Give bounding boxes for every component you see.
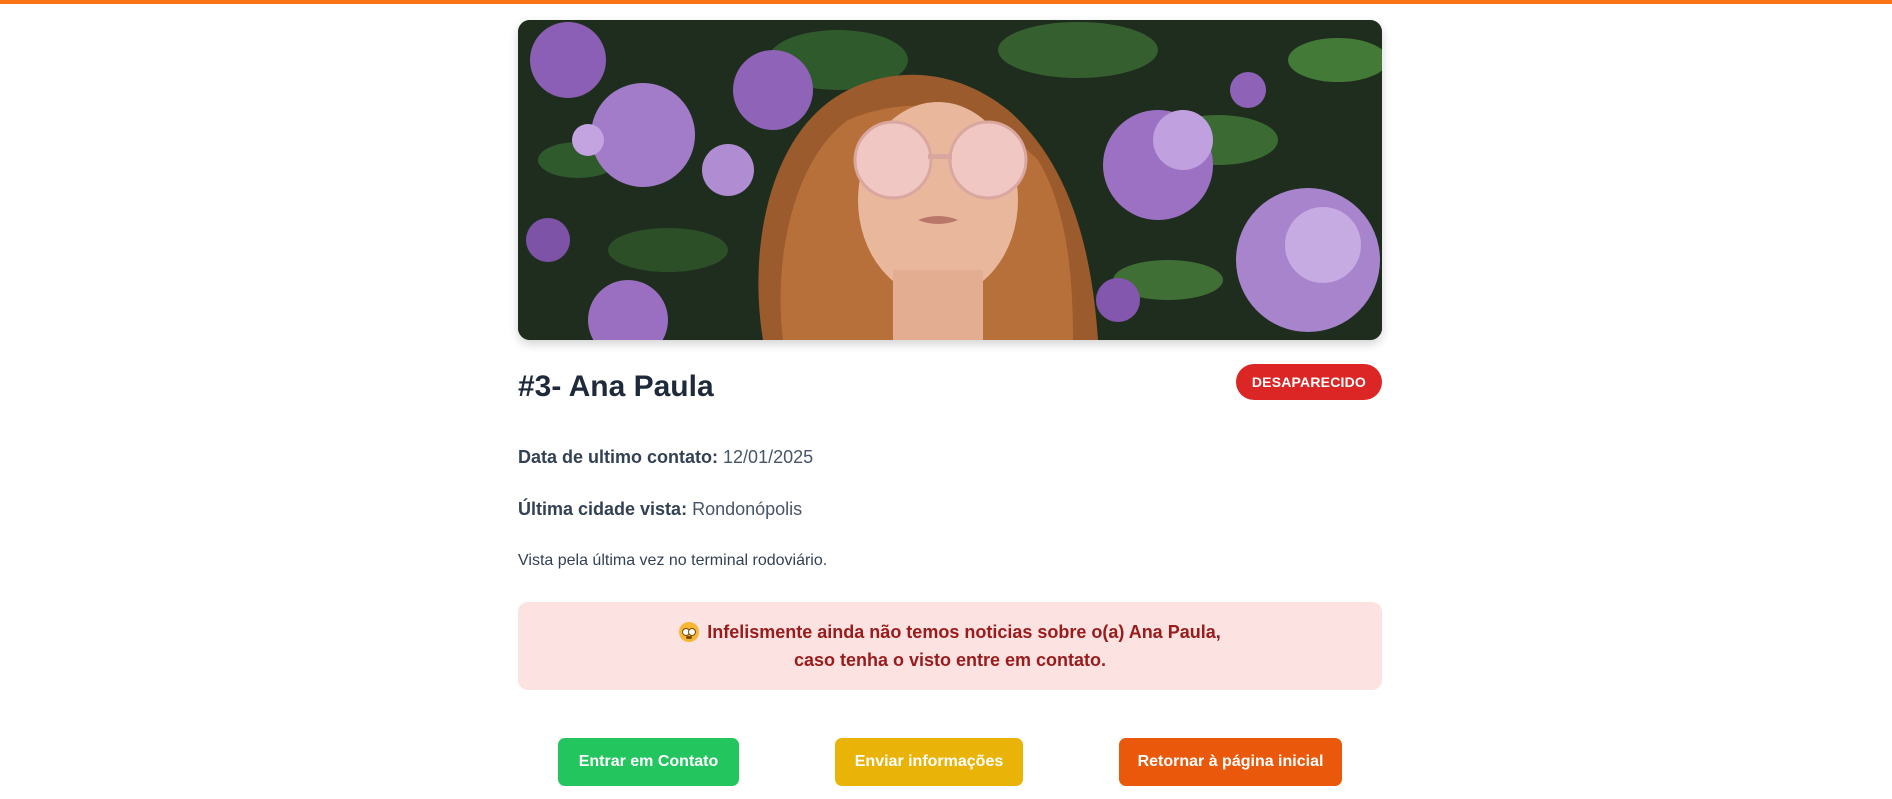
top-accent-bar: [0, 0, 1892, 4]
alert-line-1: Infelismente ainda não temos noticias so…: [679, 618, 1221, 646]
person-description: Vista pela última vez no terminal rodovi…: [518, 552, 828, 569]
no-news-alert: Infelismente ainda não temos noticias so…: [518, 602, 1382, 690]
last-contact-label: Data de ultimo contato:: [518, 447, 719, 467]
last-contact-value: 12/01/2025: [723, 447, 814, 467]
person-card: #3- Ana Paula DESAPARECIDO Data de ultim…: [518, 20, 1382, 786]
contact-button[interactable]: Entrar em Contato: [558, 738, 739, 786]
person-photo-image: [518, 20, 1382, 340]
last-city-value: Rondonópolis: [692, 499, 803, 519]
alert-text-line-1: Infelismente ainda não temos noticias so…: [707, 622, 1221, 642]
alert-text-line-2: caso tenha o visto entre em contato.: [793, 650, 1107, 670]
worried-face-icon: [679, 622, 700, 642]
last-city-label: Última cidade vista:: [518, 499, 688, 519]
person-name-title: #3- Ana Paula: [518, 370, 714, 403]
person-photo: [518, 20, 1382, 340]
last-city-info: Última cidade vista: Rondonópolis: [518, 499, 802, 520]
return-home-button[interactable]: Retornar à página inicial: [1119, 738, 1342, 786]
status-badge: DESAPARECIDO: [1235, 364, 1382, 400]
title-row: #3- Ana Paula DESAPARECIDO: [518, 364, 1382, 412]
last-contact-info: Data de ultimo contato: 12/01/2025: [518, 447, 813, 468]
send-info-button[interactable]: Enviar informações: [835, 738, 1023, 786]
